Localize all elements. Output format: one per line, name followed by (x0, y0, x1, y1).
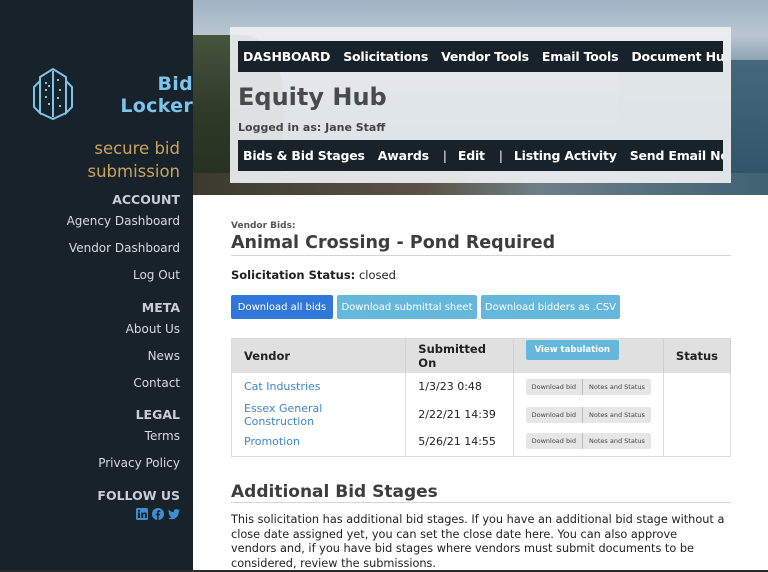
header-actions: View tabulation (513, 338, 664, 373)
vendor-link[interactable]: Cat Industries (244, 380, 321, 393)
logged-in-user: Logged in as: Jane Staff (238, 121, 386, 134)
download-submittal-sheet-button[interactable]: Download submittal sheet (337, 295, 477, 319)
sidebar-section-account: ACCOUNT Agency Dashboard Vendor Dashboar… (0, 192, 180, 289)
table-row: Essex General Construction 2/22/21 14:39… (231, 400, 732, 429)
status-label: Solicitation Status: (231, 268, 356, 282)
bid-status (663, 372, 732, 401)
nav-vendor-tools[interactable]: Vendor Tools (436, 49, 537, 64)
download-all-bids-button[interactable]: Download all bids (231, 295, 333, 319)
building-icon (30, 65, 76, 125)
logo[interactable]: Bid Locker (30, 65, 193, 125)
bid-status (663, 400, 732, 429)
notes-and-status-button[interactable]: Notes and Status (582, 378, 651, 395)
nav-email-tools[interactable]: Email Tools (537, 49, 627, 64)
vendor-bids-label: Vendor Bids: (231, 221, 296, 231)
vendor-link[interactable]: Promotion (244, 435, 300, 448)
sidebar-section-legal: LEGAL Terms Privacy Policy (0, 407, 180, 477)
subnav-separator: | (442, 148, 447, 163)
status-value: closed (358, 268, 396, 282)
vendor-link[interactable]: Essex General Construction (244, 402, 322, 428)
row-action-group: Download bid Notes and Status (525, 378, 651, 395)
bids-table: Vendor Submitted On View tabulation Stat… (231, 338, 732, 457)
table-row: Promotion 5/26/21 14:55 Download bid Not… (231, 428, 732, 457)
nav-solicitations[interactable]: Solicitations (338, 49, 436, 64)
hub-title: Equity Hub (238, 83, 387, 111)
sidebar-link-vendor-dashboard[interactable]: Vendor Dashboard (0, 235, 180, 262)
sidebar-link-agency-dashboard[interactable]: Agency Dashboard (0, 208, 180, 235)
subnav-bids-stages[interactable]: Bids & Bid Stages (238, 148, 373, 163)
table-header-row: Vendor Submitted On View tabulation Stat… (231, 338, 732, 373)
notes-and-status-button[interactable]: Notes and Status (582, 433, 651, 450)
row-actions: Download bid Notes and Status (513, 400, 664, 429)
row-action-group: Download bid Notes and Status (525, 433, 651, 450)
notes-and-status-button[interactable]: Notes and Status (582, 406, 651, 423)
title-divider (231, 255, 731, 256)
row-action-group: Download bid Notes and Status (525, 406, 651, 423)
nav-document-hub[interactable]: Document Hub (626, 49, 723, 64)
nav-dashboard[interactable]: DASHBOARD (238, 49, 338, 64)
facebook-icon[interactable] (152, 508, 164, 520)
social-links (0, 508, 180, 520)
sidebar-link-contact[interactable]: Contact (0, 370, 180, 397)
subnav-separator: | (498, 148, 503, 163)
sidebar-link-about-us[interactable]: About Us (0, 316, 180, 343)
subnav-listing-activity[interactable]: Listing Activity (509, 148, 625, 163)
sidebar-section-follow: FOLLOW US (0, 488, 180, 520)
submitted-on: 2/22/21 14:39 (405, 400, 514, 429)
top-nav: DASHBOARD Solicitations Vendor Tools Ema… (238, 41, 723, 72)
brand-name: Bid Locker (120, 73, 193, 117)
download-bidders-csv-button[interactable]: Download bidders as .CSV (481, 295, 620, 319)
row-actions: Download bid Notes and Status (513, 428, 664, 457)
solicitation-title: Animal Crossing - Pond Required (231, 233, 556, 253)
sidebar-link-log-out[interactable]: Log Out (0, 262, 180, 289)
additional-stages-title: Additional Bid Stages (231, 482, 438, 502)
download-bid-button[interactable]: Download bid (526, 379, 582, 395)
sidebar-heading-meta: META (141, 300, 180, 315)
header-vendor: Vendor (231, 338, 407, 373)
table-row: Cat Industries 1/3/23 0:48 Download bid … (231, 372, 732, 401)
bid-status (663, 428, 732, 457)
twitter-icon[interactable] (168, 508, 180, 520)
brand-tagline: secure bid submission (87, 139, 180, 181)
additional-stages-divider (231, 502, 731, 503)
sidebar-link-news[interactable]: News (0, 343, 180, 370)
subnav-edit[interactable]: Edit (453, 148, 493, 163)
row-actions: Download bid Notes and Status (513, 372, 664, 401)
submitted-on: 1/3/23 0:48 (405, 372, 514, 401)
sub-nav: Bids & Bid Stages Awards | Edit | Listin… (238, 140, 723, 171)
solicitation-status: Solicitation Status: closed (231, 268, 396, 282)
sidebar-heading-legal: LEGAL (135, 407, 180, 422)
sidebar-heading-follow: FOLLOW US (97, 488, 180, 503)
sidebar-link-privacy-policy[interactable]: Privacy Policy (0, 450, 180, 477)
view-tabulation-button[interactable]: View tabulation (525, 339, 619, 360)
sidebar-heading-account: ACCOUNT (112, 192, 180, 207)
additional-stages-text: This solicitation has additional bid sta… (231, 513, 725, 570)
header-status: Status (663, 338, 732, 373)
linkedin-icon[interactable] (136, 508, 148, 520)
sidebar: Bid Locker secure bid submission ACCOUNT… (0, 0, 193, 572)
submitted-on: 5/26/21 14:55 (405, 428, 514, 457)
sidebar-section-meta: META About Us News Contact (0, 300, 180, 397)
subnav-awards[interactable]: Awards (373, 148, 437, 163)
subnav-send-email-notice[interactable]: Send Email Notice to Bidders (625, 148, 723, 163)
sidebar-link-terms[interactable]: Terms (0, 423, 180, 450)
header-submitted-on: Submitted On (405, 338, 514, 373)
download-bid-button[interactable]: Download bid (526, 407, 582, 423)
download-bid-button[interactable]: Download bid (526, 433, 582, 449)
